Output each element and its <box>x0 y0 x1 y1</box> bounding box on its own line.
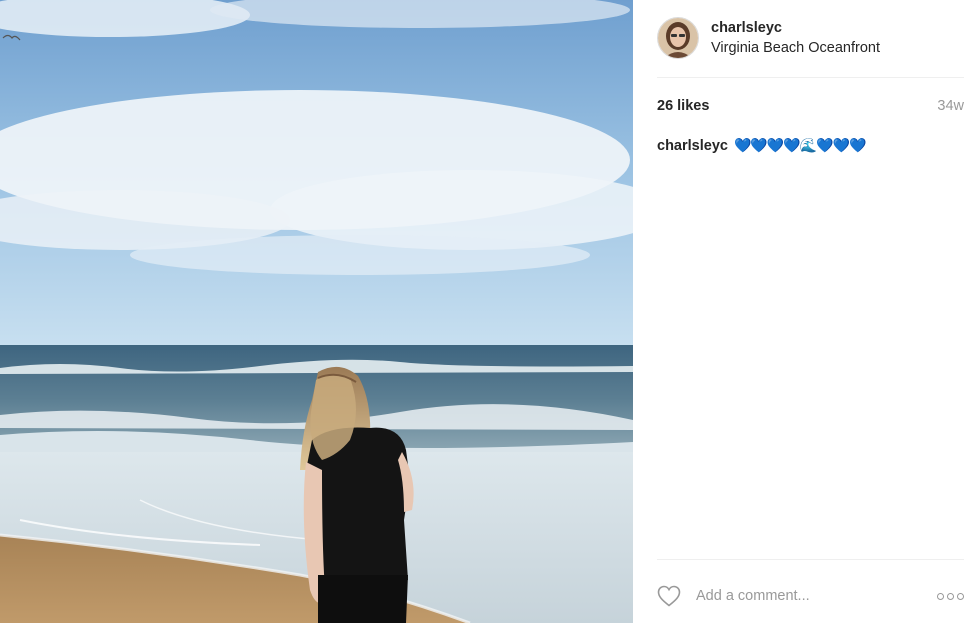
heart-icon <box>657 585 681 607</box>
more-options-icon <box>937 592 944 600</box>
caption-username[interactable]: charlsleyc <box>657 138 728 154</box>
more-options-icon <box>957 592 964 600</box>
post-age[interactable]: 34w <box>937 98 964 114</box>
caption: charlsleyc 💙💙💙💙🌊💙💙💙 <box>657 137 964 154</box>
post-header: charlsleyc Virginia Beach Oceanfront <box>657 16 964 60</box>
post-photo[interactable] <box>0 0 633 623</box>
likes-count[interactable]: 26 likes <box>657 98 709 114</box>
beach-photo <box>0 0 633 623</box>
likes-row: 26 likes 34w <box>657 98 964 114</box>
like-button[interactable] <box>657 584 683 608</box>
avatar[interactable] <box>657 17 699 59</box>
header-divider <box>657 77 964 78</box>
caption-text: 💙💙💙💙🌊💙💙💙 <box>733 137 866 153</box>
comment-divider <box>657 559 964 560</box>
location-link[interactable]: Virginia Beach Oceanfront <box>711 38 880 58</box>
comment-input[interactable] <box>694 587 918 605</box>
comment-bar <box>657 580 964 612</box>
more-options-icon <box>947 592 954 600</box>
more-options-button[interactable] <box>937 592 964 600</box>
username-link[interactable]: charlsleyc <box>711 18 880 38</box>
avatar-image <box>658 18 698 58</box>
post-details-panel: charlsleyc Virginia Beach Oceanfront 26 … <box>633 0 980 623</box>
